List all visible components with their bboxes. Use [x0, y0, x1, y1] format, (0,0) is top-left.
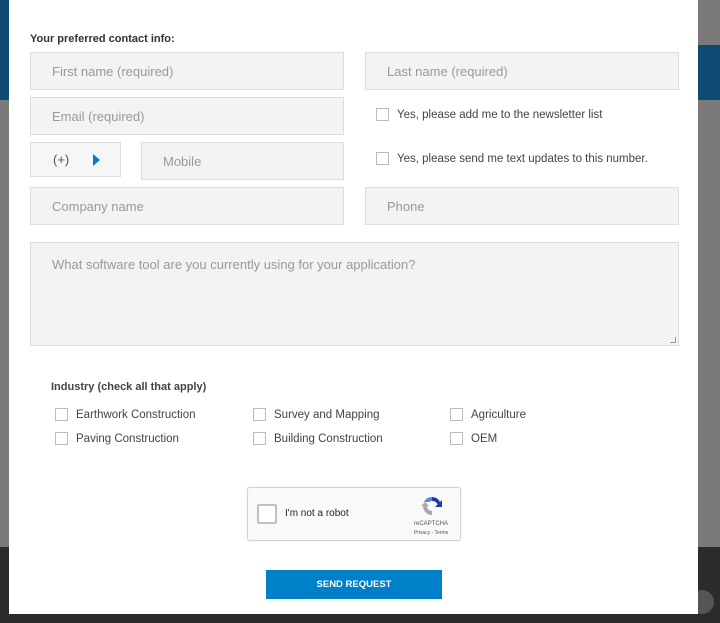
software-textarea[interactable]: What software tool are you currently usi… — [30, 242, 679, 346]
first-name-input[interactable]: First name (required) — [30, 52, 344, 90]
form-title: Your preferred contact info: — [30, 33, 175, 45]
industry-label: Earthwork Construction — [76, 408, 196, 421]
industry-checkbox[interactable]: Agriculture — [450, 408, 526, 421]
text-updates-label: Yes, please send me text updates to this… — [397, 152, 648, 165]
industry-checkbox[interactable]: Paving Construction — [55, 432, 179, 445]
industry-label: Agriculture — [471, 408, 526, 421]
checkbox-box[interactable] — [376, 152, 389, 165]
software-placeholder: What software tool are you currently usi… — [52, 257, 416, 272]
checkbox-box[interactable] — [253, 408, 266, 421]
backdrop-header-right — [698, 45, 720, 100]
recaptcha-links[interactable]: Privacy - Terms — [408, 530, 454, 536]
recaptcha-label: I'm not a robot — [285, 508, 349, 519]
backdrop-header — [0, 0, 9, 100]
industry-label: Paving Construction — [76, 432, 179, 445]
checkbox-box[interactable] — [450, 432, 463, 445]
mobile-input[interactable]: Mobile — [141, 142, 344, 180]
resize-handle[interactable] — [670, 337, 676, 343]
recaptcha-checkbox[interactable] — [257, 504, 277, 524]
checkbox-box[interactable] — [253, 432, 266, 445]
phone-input[interactable]: Phone — [365, 187, 679, 225]
recaptcha-widget: I'm not a robot reCAPTCHA Privacy - Term… — [247, 487, 461, 541]
caret-right-icon — [93, 153, 101, 166]
checkbox-box[interactable] — [376, 108, 389, 121]
checkbox-box[interactable] — [55, 432, 68, 445]
industry-checkbox[interactable]: Building Construction — [253, 432, 383, 445]
industry-label: OEM — [471, 432, 498, 445]
checkbox-box[interactable] — [450, 408, 463, 421]
industry-title: Industry (check all that apply) — [51, 381, 207, 393]
text-updates-checkbox[interactable]: Yes, please send me text updates to this… — [376, 152, 648, 165]
company-input[interactable]: Company name — [30, 187, 344, 225]
country-code-value: (+) — [53, 152, 70, 167]
industry-label: Survey and Mapping — [274, 408, 380, 421]
country-code-select[interactable]: (+) — [30, 142, 121, 177]
checkbox-box[interactable] — [55, 408, 68, 421]
industry-checkbox[interactable]: Earthwork Construction — [55, 408, 196, 421]
newsletter-label: Yes, please add me to the newsletter lis… — [397, 108, 603, 121]
industry-label: Building Construction — [274, 432, 383, 445]
newsletter-checkbox[interactable]: Yes, please add me to the newsletter lis… — [376, 108, 602, 121]
contact-modal: Your preferred contact info: First name … — [9, 0, 698, 614]
recaptcha-brand: reCAPTCHA — [413, 521, 448, 527]
send-request-button[interactable]: SEND REQUEST — [266, 570, 442, 599]
recaptcha-logo-icon — [421, 497, 442, 515]
email-input[interactable]: Email (required) — [30, 97, 344, 135]
industry-checkbox[interactable]: Survey and Mapping — [253, 408, 379, 421]
industry-checkbox[interactable]: OEM — [450, 432, 497, 445]
last-name-input[interactable]: Last name (required) — [365, 52, 679, 90]
